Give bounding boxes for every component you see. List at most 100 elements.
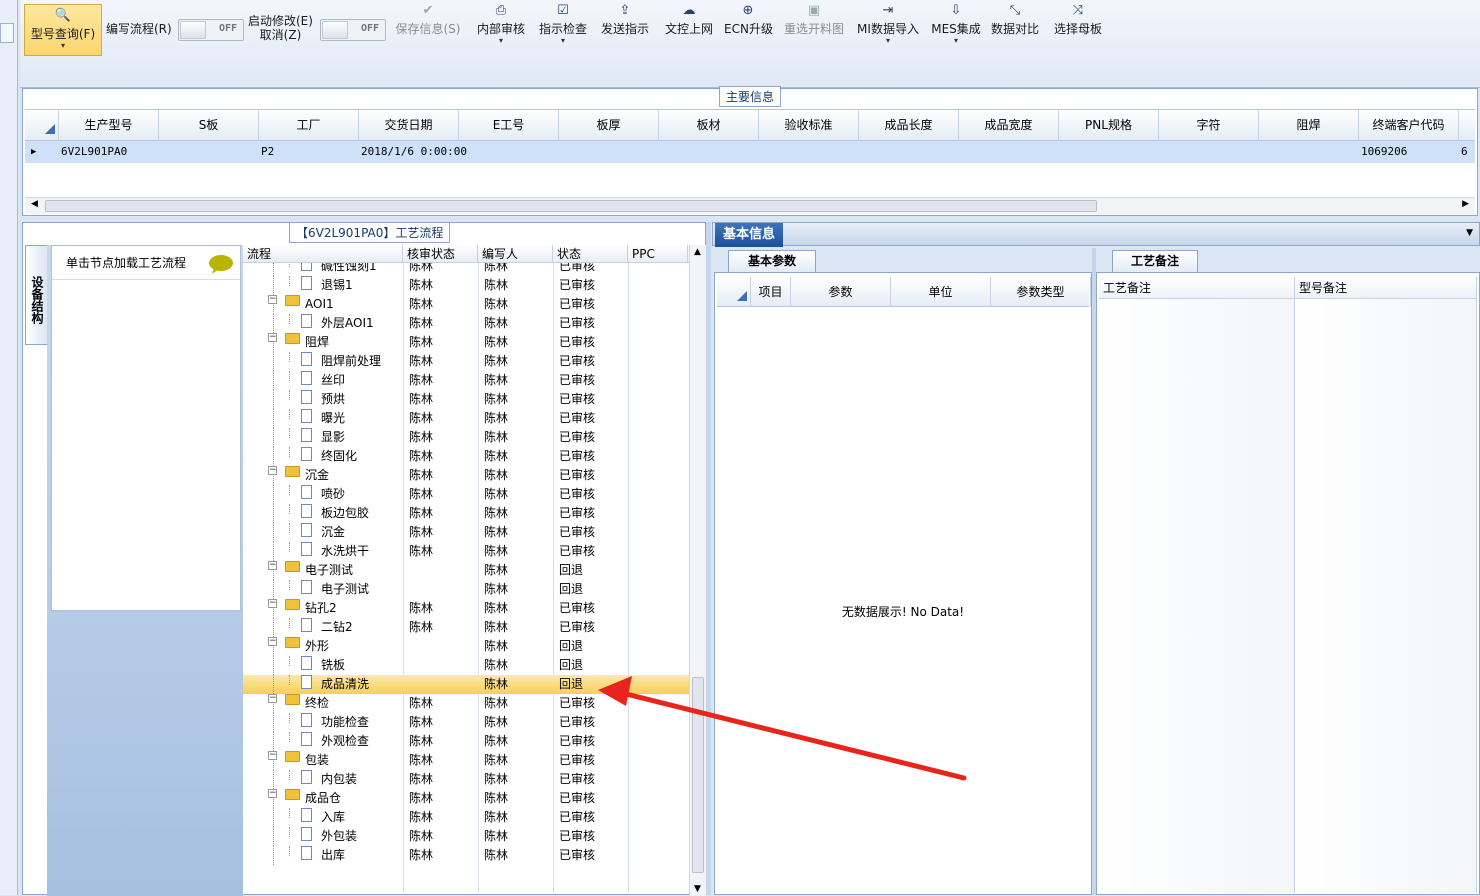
tree-folder-row[interactable]: − 包装 陈林 陈林 已审核 (243, 751, 689, 770)
scroll-thumb[interactable] (692, 677, 704, 873)
tree-row[interactable]: 终固化 陈林 陈林 已审核 (243, 447, 689, 466)
column-header[interactable]: 阻焊 (1259, 110, 1359, 141)
column-header[interactable]: 字符 (1159, 110, 1259, 141)
tree-folder-row[interactable]: − 阻焊 陈林 陈林 已审核 (243, 333, 689, 352)
column-header[interactable]: 成品长度 (859, 110, 959, 141)
tree-row[interactable]: 功能检查 陈林 陈林 已审核 (243, 713, 689, 732)
tree-row[interactable]: 外层AOI1 陈林 陈林 已审核 (243, 314, 689, 333)
tab-basic-params[interactable]: 基本参数 (728, 250, 816, 272)
scroll-thumb[interactable] (45, 200, 1097, 212)
row-selector-header[interactable] (717, 277, 751, 307)
tree-row[interactable]: 沉金 陈林 陈林 已审核 (243, 523, 689, 542)
flow-column-header[interactable]: 状态 (553, 245, 628, 263)
tree-row[interactable]: 入库 陈林 陈林 已审核 (243, 808, 689, 827)
tree-row[interactable]: 二钻2 陈林 陈林 已审核 (243, 618, 689, 637)
collapse-icon[interactable]: − (268, 789, 277, 798)
tree-row[interactable]: 内包装 陈林 陈林 已审核 (243, 770, 689, 789)
column-header[interactable]: 生产型号 (59, 110, 159, 141)
data-compare-button[interactable]: ⤡ 数据对比 (990, 2, 1040, 54)
send-instruction-button[interactable]: ⇪ 发送指示 (598, 2, 652, 54)
row-selector-header[interactable] (25, 110, 59, 141)
column-header[interactable]: S板 (159, 110, 259, 141)
write-flow-toggle[interactable]: OFF (178, 19, 244, 41)
save-info-button[interactable]: ✔ 保存信息(S) (392, 2, 464, 54)
tree-folder-row[interactable]: − 成品仓 陈林 陈林 已审核 (243, 789, 689, 808)
column-header[interactable]: E工号 (459, 110, 559, 141)
flow-column-header[interactable]: PPC (628, 245, 688, 263)
tree-folder-row[interactable]: − AOI1 陈林 陈林 已审核 (243, 295, 689, 314)
tab-process-remark[interactable]: 工艺备注 (1112, 250, 1198, 272)
collapse-icon[interactable]: − (268, 694, 277, 703)
collapse-icon[interactable]: − (268, 751, 277, 760)
file-icon (301, 713, 312, 727)
param-column-header[interactable]: 项目 (751, 277, 791, 307)
column-header[interactable]: 工厂 (259, 110, 359, 141)
tree-row[interactable]: 显影 陈林 陈林 已审核 (243, 428, 689, 447)
tree-row[interactable]: 电子测试 陈林 回退 (243, 580, 689, 599)
tree-row[interactable]: 退锡1 陈林 陈林 已审核 (243, 276, 689, 295)
table-row[interactable]: ▶ 6V2L901PA0 P2 2018/1/6 0:00:00 1069206… (25, 141, 1475, 163)
doc-upload-button[interactable]: ☁ 文控上网 (660, 2, 718, 54)
column-header[interactable]: PNL规格 (1059, 110, 1159, 141)
param-column-header[interactable]: 参数 (791, 277, 891, 307)
tree-row[interactable]: 外观检查 陈林 陈林 已审核 (243, 732, 689, 751)
tab-basic-info[interactable]: 基本信息 (715, 223, 783, 247)
param-column-header[interactable]: 参数类型 (991, 277, 1091, 307)
tree-row[interactable]: 预烘 陈林 陈林 已审核 (243, 390, 689, 409)
tree-row[interactable]: 曝光 陈林 陈林 已审核 (243, 409, 689, 428)
tree-row[interactable]: 阻焊前处理 陈林 陈林 已审核 (243, 352, 689, 371)
tree-row[interactable]: 出库 陈林 陈林 已审核 (243, 846, 689, 865)
tree-row[interactable]: 外包装 陈林 陈林 已审核 (243, 827, 689, 846)
tree-folder-row[interactable]: − 钻孔2 陈林 陈林 已审核 (243, 599, 689, 618)
model-query-button[interactable]: 🔍 型号查询(F) ▾ (24, 4, 102, 56)
column-header[interactable]: 验收标准 (759, 110, 859, 141)
tree-row[interactable]: 铣板 陈林 回退 (243, 656, 689, 675)
column-header[interactable]: 板材 (659, 110, 759, 141)
collapse-icon[interactable]: − (268, 295, 277, 304)
tree-row[interactable]: 成品清洗 陈林 回退 (243, 675, 689, 694)
flow-column-header[interactable]: 核审状态 (403, 245, 478, 263)
doc-upload-label: 文控上网 (664, 22, 713, 36)
scroll-down-icon[interactable]: ▼ (694, 884, 701, 894)
vertical-scrollbar[interactable]: ▲ ▼ (689, 245, 706, 896)
column-header[interactable]: 成品宽度 (959, 110, 1059, 141)
tree-folder-row[interactable]: − 沉金 陈林 陈林 已审核 (243, 466, 689, 485)
tree-row[interactable]: 板边包胶 陈林 陈林 已审核 (243, 504, 689, 523)
mi-import-button[interactable]: ⇥ MI数据导入 ▾ (856, 2, 920, 54)
horizontal-scrollbar[interactable]: ◀ ▶ (25, 197, 1475, 214)
collapse-icon[interactable]: − (268, 599, 277, 608)
load-flow-box[interactable]: 单击节点加载工艺流程 (51, 245, 241, 611)
model-remark-column[interactable]: 型号备注 (1295, 277, 1477, 893)
collapse-icon[interactable]: − (268, 637, 277, 646)
collapse-icon[interactable]: − (268, 561, 277, 570)
param-column-header[interactable]: 单位 (891, 277, 991, 307)
tree-folder-row[interactable]: − 终检 陈林 陈林 已审核 (243, 694, 689, 713)
process-remark-column[interactable]: 工艺备注 (1099, 277, 1295, 893)
select-master-button[interactable]: ⤨ 选择母板 (1052, 2, 1104, 54)
chevron-down-icon[interactable]: ▼ (1466, 228, 1473, 238)
start-modify-toggle[interactable]: OFF (320, 19, 386, 41)
column-header[interactable]: 板厚 (559, 110, 659, 141)
scroll-up-icon[interactable]: ▲ (694, 247, 701, 257)
mes-integration-button[interactable]: ⇩ MES集成 ▾ (930, 2, 982, 54)
instruction-check-button[interactable]: ☑ 指示检查 ▾ (536, 2, 590, 54)
internal-review-button[interactable]: ⎙ 内部审核 ▾ (472, 2, 530, 54)
scroll-left-icon[interactable]: ◀ (31, 199, 38, 209)
column-header[interactable]: 交货日期 (359, 110, 459, 141)
tree-row[interactable]: 丝印 陈林 陈林 已审核 (243, 371, 689, 390)
vertical-splitter[interactable] (706, 222, 711, 895)
tree-folder-row[interactable]: − 电子测试 陈林 回退 (243, 561, 689, 580)
scroll-right-icon[interactable]: ▶ (1462, 199, 1469, 209)
column-header[interactable]: 终端客户代码 (1359, 110, 1459, 141)
tree-row[interactable]: 碱性蚀刻1 陈林 陈林 已审核 (243, 263, 689, 276)
ecn-upgrade-button[interactable]: ⊕ ECN升级 (724, 2, 773, 54)
collapse-icon[interactable]: − (268, 333, 277, 342)
tree-row[interactable]: 喷砂 陈林 陈林 已审核 (243, 485, 689, 504)
collapse-icon[interactable]: − (268, 466, 277, 475)
tree-row[interactable]: 水洗烘干 陈林 陈林 已审核 (243, 542, 689, 561)
reselect-material-button[interactable]: ▣ 重选开料图 (782, 2, 846, 54)
tree-folder-row[interactable]: − 外形 陈林 回退 (243, 637, 689, 656)
flow-column-header[interactable]: 流程 (243, 245, 403, 263)
side-tab-equipment[interactable]: 设备结构 (25, 245, 47, 345)
flow-column-header[interactable]: 编写人 (478, 245, 553, 263)
